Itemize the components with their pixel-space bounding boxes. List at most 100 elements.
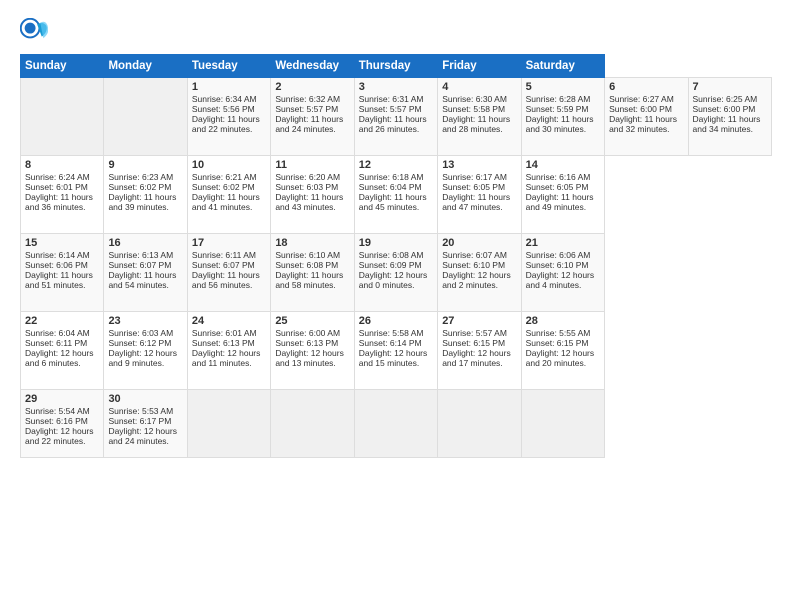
weekday-header-row: SundayMondayTuesdayWednesdayThursdayFrid…: [21, 55, 772, 78]
day-number: 28: [526, 315, 600, 327]
calendar-cell: 9Sunrise: 6:23 AMSunset: 6:02 PMDaylight…: [104, 156, 187, 234]
sunrise: Sunrise: 6:01 AM: [192, 328, 257, 338]
daylight: Daylight: 11 hours and 47 minutes.: [442, 192, 510, 212]
sunrise: Sunrise: 6:07 AM: [442, 250, 507, 260]
day-number: 6: [609, 81, 683, 93]
sunset: Sunset: 6:06 PM: [25, 260, 88, 270]
sunrise: Sunrise: 6:32 AM: [275, 94, 340, 104]
day-number: 26: [359, 315, 433, 327]
day-number: 3: [359, 81, 433, 93]
daylight: Daylight: 12 hours and 11 minutes.: [192, 348, 261, 368]
day-number: 14: [526, 159, 600, 171]
sunrise: Sunrise: 5:58 AM: [359, 328, 424, 338]
weekday-header-thursday: Thursday: [354, 55, 437, 78]
logo-icon: [20, 18, 48, 46]
calendar-cell: 26Sunrise: 5:58 AMSunset: 6:14 PMDayligh…: [354, 312, 437, 390]
sunrise: Sunrise: 6:08 AM: [359, 250, 424, 260]
daylight: Daylight: 12 hours and 9 minutes.: [108, 348, 177, 368]
sunset: Sunset: 5:58 PM: [442, 104, 505, 114]
sunset: Sunset: 6:03 PM: [275, 182, 338, 192]
daylight: Daylight: 12 hours and 6 minutes.: [25, 348, 94, 368]
day-number: 24: [192, 315, 266, 327]
sunset: Sunset: 6:12 PM: [108, 338, 171, 348]
sunset: Sunset: 6:05 PM: [442, 182, 505, 192]
day-number: 15: [25, 237, 99, 249]
daylight: Daylight: 11 hours and 30 minutes.: [526, 114, 594, 134]
calendar-cell: 7Sunrise: 6:25 AMSunset: 6:00 PMDaylight…: [688, 78, 772, 156]
day-number: 1: [192, 81, 266, 93]
day-number: 8: [25, 159, 99, 171]
daylight: Daylight: 11 hours and 51 minutes.: [25, 270, 93, 290]
weekday-header-sunday: Sunday: [21, 55, 104, 78]
sunset: Sunset: 6:00 PM: [609, 104, 672, 114]
weekday-header-wednesday: Wednesday: [271, 55, 354, 78]
day-number: 19: [359, 237, 433, 249]
sunset: Sunset: 6:07 PM: [108, 260, 171, 270]
calendar-cell: [354, 390, 437, 458]
calendar-cell: 12Sunrise: 6:18 AMSunset: 6:04 PMDayligh…: [354, 156, 437, 234]
calendar-cell: 24Sunrise: 6:01 AMSunset: 6:13 PMDayligh…: [187, 312, 270, 390]
day-number: 17: [192, 237, 266, 249]
calendar-cell: 23Sunrise: 6:03 AMSunset: 6:12 PMDayligh…: [104, 312, 187, 390]
calendar-cell: 20Sunrise: 6:07 AMSunset: 6:10 PMDayligh…: [438, 234, 521, 312]
sunset: Sunset: 6:02 PM: [108, 182, 171, 192]
calendar-cell: 1Sunrise: 6:34 AMSunset: 5:56 PMDaylight…: [187, 78, 270, 156]
sunrise: Sunrise: 6:25 AM: [693, 94, 758, 104]
sunset: Sunset: 6:13 PM: [192, 338, 255, 348]
calendar-cell: 4Sunrise: 6:30 AMSunset: 5:58 PMDaylight…: [438, 78, 521, 156]
sunset: Sunset: 5:57 PM: [275, 104, 338, 114]
sunrise: Sunrise: 6:00 AM: [275, 328, 340, 338]
daylight: Daylight: 12 hours and 17 minutes.: [442, 348, 511, 368]
sunset: Sunset: 6:08 PM: [275, 260, 338, 270]
calendar-cell: [104, 78, 187, 156]
daylight: Daylight: 12 hours and 15 minutes.: [359, 348, 428, 368]
day-number: 12: [359, 159, 433, 171]
day-number: 30: [108, 393, 182, 405]
calendar-cell: 5Sunrise: 6:28 AMSunset: 5:59 PMDaylight…: [521, 78, 604, 156]
sunrise: Sunrise: 6:17 AM: [442, 172, 507, 182]
day-number: 9: [108, 159, 182, 171]
calendar-cell: 21Sunrise: 6:06 AMSunset: 6:10 PMDayligh…: [521, 234, 604, 312]
day-number: 29: [25, 393, 99, 405]
daylight: Daylight: 12 hours and 20 minutes.: [526, 348, 595, 368]
sunset: Sunset: 6:07 PM: [192, 260, 255, 270]
daylight: Daylight: 11 hours and 45 minutes.: [359, 192, 427, 212]
page-header: [20, 18, 772, 46]
daylight: Daylight: 12 hours and 13 minutes.: [275, 348, 344, 368]
calendar-cell: 14Sunrise: 6:16 AMSunset: 6:05 PMDayligh…: [521, 156, 604, 234]
day-number: 21: [526, 237, 600, 249]
sunset: Sunset: 5:57 PM: [359, 104, 422, 114]
calendar-page: SundayMondayTuesdayWednesdayThursdayFrid…: [0, 0, 792, 612]
calendar-cell: [438, 390, 521, 458]
day-number: 4: [442, 81, 516, 93]
weekday-header-saturday: Saturday: [521, 55, 604, 78]
calendar-cell: 30Sunrise: 5:53 AMSunset: 6:17 PMDayligh…: [104, 390, 187, 458]
daylight: Daylight: 11 hours and 32 minutes.: [609, 114, 677, 134]
daylight: Daylight: 12 hours and 22 minutes.: [25, 426, 94, 446]
weekday-header-friday: Friday: [438, 55, 521, 78]
sunrise: Sunrise: 6:13 AM: [108, 250, 173, 260]
sunset: Sunset: 6:11 PM: [25, 338, 87, 348]
calendar-cell: 13Sunrise: 6:17 AMSunset: 6:05 PMDayligh…: [438, 156, 521, 234]
sunset: Sunset: 6:01 PM: [25, 182, 88, 192]
day-number: 20: [442, 237, 516, 249]
sunrise: Sunrise: 6:16 AM: [526, 172, 591, 182]
sunset: Sunset: 6:00 PM: [693, 104, 756, 114]
sunset: Sunset: 6:09 PM: [359, 260, 422, 270]
sunrise: Sunrise: 5:54 AM: [25, 406, 90, 416]
calendar-table: SundayMondayTuesdayWednesdayThursdayFrid…: [20, 54, 772, 458]
sunrise: Sunrise: 6:24 AM: [25, 172, 90, 182]
sunrise: Sunrise: 6:03 AM: [108, 328, 173, 338]
weekday-header-monday: Monday: [104, 55, 187, 78]
day-number: 23: [108, 315, 182, 327]
sunset: Sunset: 6:05 PM: [526, 182, 589, 192]
daylight: Daylight: 11 hours and 49 minutes.: [526, 192, 594, 212]
sunset: Sunset: 6:13 PM: [275, 338, 338, 348]
calendar-cell: 8Sunrise: 6:24 AMSunset: 6:01 PMDaylight…: [21, 156, 104, 234]
daylight: Daylight: 12 hours and 24 minutes.: [108, 426, 177, 446]
sunrise: Sunrise: 6:30 AM: [442, 94, 507, 104]
daylight: Daylight: 11 hours and 41 minutes.: [192, 192, 260, 212]
calendar-cell: [521, 390, 604, 458]
sunrise: Sunrise: 6:04 AM: [25, 328, 90, 338]
calendar-cell: [187, 390, 270, 458]
